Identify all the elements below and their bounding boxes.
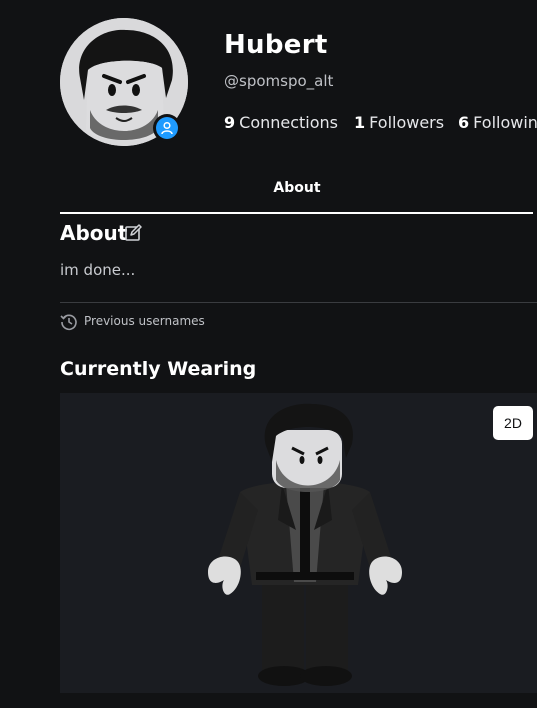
- tab-active-indicator: [60, 212, 533, 214]
- user-icon: [161, 121, 173, 135]
- username: @spomspo_alt: [224, 72, 334, 90]
- following-count: 6: [458, 113, 470, 132]
- section-divider: [60, 302, 537, 303]
- history-icon: [60, 314, 77, 331]
- display-name: Hubert: [224, 30, 328, 60]
- avatar-figure: [208, 403, 402, 686]
- toggle-2d-button[interactable]: 2D: [493, 406, 533, 440]
- online-status-badge: [153, 114, 181, 142]
- followers-count: 1: [354, 113, 366, 132]
- edit-icon[interactable]: [124, 224, 142, 242]
- about-description: im done...: [60, 261, 136, 279]
- followers-label: Followers: [369, 113, 445, 132]
- connections-count: 9: [224, 113, 236, 132]
- following-label: Following: [473, 113, 537, 132]
- tab-about[interactable]: About: [262, 180, 332, 196]
- followers-link[interactable]: 1 Followers: [354, 113, 444, 132]
- previous-usernames-link[interactable]: Previous usernames: [84, 314, 205, 328]
- connections-link[interactable]: 9 Connections: [224, 113, 338, 132]
- connections-label: Connections: [239, 113, 339, 132]
- following-link[interactable]: 6Following: [458, 113, 537, 132]
- currently-wearing-heading: Currently Wearing: [60, 358, 257, 380]
- about-heading: About: [60, 221, 128, 245]
